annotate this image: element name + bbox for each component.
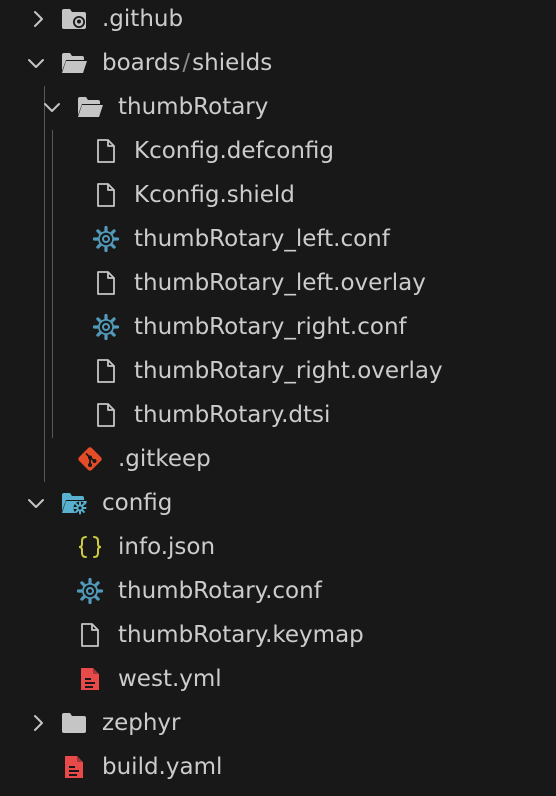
chevron-down-icon xyxy=(42,97,62,117)
tree-item-file[interactable]: Kconfig.defconfig xyxy=(0,129,556,173)
file-explorer-tree: .github boards/shields thumbRotary Kconf… xyxy=(0,0,556,796)
tree-item-label: build.yaml xyxy=(102,754,223,780)
tree-item-file[interactable]: thumbRotary.conf xyxy=(0,569,556,613)
tree-item-boards-shields[interactable]: boards/shields xyxy=(0,41,556,85)
tree-item-label: thumbRotary_left.overlay xyxy=(134,270,426,296)
tree-item-zephyr-folder[interactable]: zephyr xyxy=(0,701,556,745)
tree-item-label: thumbRotary_right.overlay xyxy=(134,358,443,384)
tree-item-label: thumbRotary_right.conf xyxy=(134,314,407,340)
tree-item-label: thumbRotary xyxy=(118,94,269,120)
tree-item-file[interactable]: thumbRotary_left.conf xyxy=(0,217,556,261)
file-icon xyxy=(92,269,120,297)
tree-item-label: west.yml xyxy=(118,666,222,692)
tree-item-label: Kconfig.shield xyxy=(134,182,295,208)
yaml-file-icon xyxy=(76,665,104,693)
tree-item-file[interactable]: .gitkeep xyxy=(0,437,556,481)
tree-item-file[interactable]: thumbRotary.dtsi xyxy=(0,393,556,437)
chevron-down-icon xyxy=(26,493,46,513)
tree-item-file[interactable]: west.yml xyxy=(0,657,556,701)
yaml-file-icon xyxy=(60,753,88,781)
tree-item-file[interactable]: thumbRotary.keymap xyxy=(0,613,556,657)
chevron-down-icon xyxy=(26,53,46,73)
tree-item-file[interactable]: thumbRotary_right.conf xyxy=(0,305,556,349)
tree-item-label: zephyr xyxy=(102,710,181,736)
tree-item-file[interactable]: thumbRotary_left.overlay xyxy=(0,261,556,305)
tree-item-thumbrotary-folder[interactable]: thumbRotary xyxy=(0,85,556,129)
file-icon xyxy=(92,357,120,385)
file-icon xyxy=(92,137,120,165)
tree-item-label: info.json xyxy=(118,534,216,560)
folder-name-shields: shields xyxy=(192,50,273,76)
tree-item-label: .github xyxy=(102,6,184,32)
tree-item-label: .gitkeep xyxy=(118,446,211,472)
tree-item-config-folder[interactable]: config xyxy=(0,481,556,525)
tree-item-file[interactable]: thumbRotary_right.overlay xyxy=(0,349,556,393)
tree-item-label: thumbRotary.conf xyxy=(118,578,322,604)
git-icon xyxy=(76,445,104,473)
folder-open-icon xyxy=(76,93,104,121)
tree-item-file[interactable]: build.yaml xyxy=(0,745,556,789)
file-icon xyxy=(92,401,120,429)
tree-item-label: Kconfig.defconfig xyxy=(134,138,335,164)
github-folder-icon xyxy=(60,5,88,33)
tree-item-label: thumbRotary.dtsi xyxy=(134,402,331,428)
config-folder-icon xyxy=(60,489,88,517)
tree-item-file[interactable]: info.json xyxy=(0,525,556,569)
chevron-right-icon xyxy=(28,713,48,733)
folder-icon xyxy=(60,709,88,737)
chevron-right-icon xyxy=(28,9,48,29)
file-icon xyxy=(76,621,104,649)
file-icon xyxy=(92,181,120,209)
json-braces-icon xyxy=(76,533,104,561)
gear-icon xyxy=(92,225,120,253)
tree-item-label: thumbRotary.keymap xyxy=(118,622,364,648)
tree-item-label: thumbRotary_left.conf xyxy=(134,226,390,252)
tree-item-file[interactable]: Kconfig.shield xyxy=(0,173,556,217)
path-separator: / xyxy=(182,50,191,76)
tree-item-github[interactable]: .github xyxy=(0,0,556,41)
folder-open-icon xyxy=(60,49,88,77)
folder-name-boards: boards xyxy=(102,50,181,76)
tree-item-label: boards/shields xyxy=(102,41,272,85)
gear-icon xyxy=(76,577,104,605)
gear-icon xyxy=(92,313,120,341)
tree-item-label: config xyxy=(102,490,173,516)
